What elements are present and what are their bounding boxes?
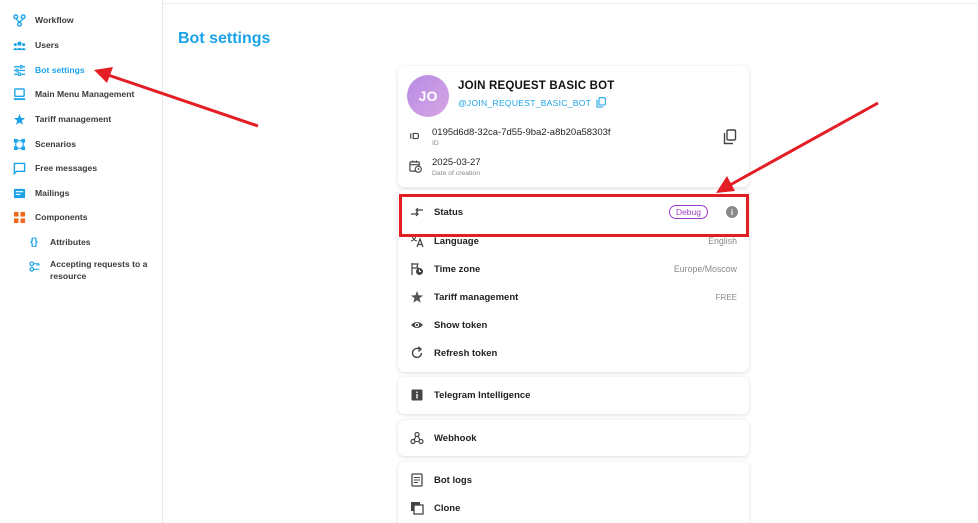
sidebar-item-users[interactable]: Users — [12, 36, 59, 54]
clone-row[interactable]: Clone — [398, 494, 749, 522]
bot-id-value: 0195d6d8-32ca-7d55-9ba2-a8b20a58303f — [432, 127, 611, 138]
telegram-intelligence-row[interactable]: Telegram Intelligence — [398, 381, 749, 409]
sidebar-item-components[interactable]: Components — [12, 208, 88, 226]
sidebar-subitem-label: Attributes — [50, 237, 91, 247]
users-icon — [12, 38, 26, 52]
bot-created-value: 2025-03-27 — [432, 157, 481, 168]
status-highlight-box — [399, 194, 749, 237]
calendar-clock-icon — [408, 159, 422, 173]
timezone-label: Time zone — [434, 263, 481, 275]
bot-handle-text: @JOIN_REQUEST_BASIC_BOT — [458, 97, 592, 108]
sidebar-item-label: Free messages — [35, 163, 98, 173]
sidebar-item-label: Scenarios — [35, 139, 77, 149]
id-icon — [408, 129, 422, 143]
language-label: Language — [434, 235, 479, 247]
timezone-row[interactable]: Time zone Europe/Moscow — [398, 255, 749, 283]
logs-icon — [410, 473, 424, 487]
sidebar-subitem-accepting-requests[interactable]: Accepting requests to a resource — [28, 258, 160, 282]
sidebar-item-label: Mailings — [35, 188, 70, 198]
bot-id-row: 0195d6d8-32ca-7d55-9ba2-a8b20a58303f ID — [408, 127, 611, 147]
bot-logs-label: Bot logs — [434, 474, 472, 486]
bot-profile-card: JO JOIN REQUEST BASIC BOT @JOIN_REQUEST_… — [398, 66, 749, 187]
clone-label: Clone — [434, 502, 461, 514]
sidebar-item-label: Workflow — [35, 15, 74, 25]
bot-id-caption: ID — [432, 140, 439, 147]
sidebar-item-tariff-management[interactable]: Tariff management — [12, 110, 111, 128]
timezone-value: Europe/Moscow — [673, 264, 737, 274]
sidebar-item-label: Components — [35, 212, 88, 222]
refresh-token-row[interactable]: Refresh token — [398, 339, 749, 367]
language-value: English — [708, 236, 737, 246]
tariff-star-icon — [410, 290, 424, 304]
top-divider — [163, 3, 978, 4]
sidebar-item-label: Bot settings — [35, 65, 85, 75]
sidebar-item-mailings[interactable]: Mailings — [12, 184, 69, 202]
bot-logs-row[interactable]: Bot logs — [398, 466, 749, 494]
sidebar-item-scenarios[interactable]: Scenarios — [12, 135, 76, 153]
copy-id-icon[interactable] — [723, 129, 737, 145]
eye-icon — [410, 318, 424, 332]
message-icon — [12, 161, 26, 175]
sidebar-item-free-messages[interactable]: Free messages — [12, 159, 97, 177]
workflow-icon — [12, 13, 26, 27]
sidebar-subitem-attributes[interactable]: {} Attributes — [28, 236, 160, 248]
info-square-icon — [410, 388, 424, 402]
webhook-label: Webhook — [434, 432, 477, 444]
sidebar-item-bot-settings[interactable]: Bot settings — [12, 61, 85, 79]
tariff-value: FREE — [715, 292, 737, 302]
bot-name: JOIN REQUEST BASIC BOT — [458, 80, 615, 92]
sliders-icon — [12, 63, 26, 77]
show-token-row[interactable]: Show token — [398, 311, 749, 339]
bot-logs-card: Bot logs Clone — [398, 462, 749, 523]
sidebar-item-workflow[interactable]: Workflow — [12, 11, 74, 29]
menu-icon — [12, 87, 26, 101]
show-token-label: Show token — [434, 319, 488, 331]
sidebar-item-label: Tariff management — [35, 114, 112, 124]
components-icon — [12, 210, 26, 224]
timezone-icon — [410, 262, 424, 276]
refresh-icon — [410, 346, 424, 360]
webhook-card[interactable]: Webhook — [398, 420, 749, 456]
copy-handle-icon[interactable] — [596, 97, 607, 108]
scenarios-icon — [12, 137, 26, 151]
sidebar-item-label: Users — [35, 40, 59, 50]
webhook-row[interactable]: Webhook — [398, 424, 749, 452]
clone-icon — [410, 501, 424, 515]
mailings-icon — [12, 186, 26, 200]
key-icon — [28, 260, 40, 272]
tariff-icon — [12, 112, 26, 126]
sidebar-item-main-menu-management[interactable]: Main Menu Management — [12, 85, 134, 103]
telegram-intelligence-card[interactable]: Telegram Intelligence — [398, 377, 749, 414]
sidebar-item-label: Main Menu Management — [35, 89, 135, 99]
bot-created-caption: Date of creation — [432, 170, 480, 177]
sidebar-subitem-label: Accepting requests to a resource — [50, 259, 148, 281]
sidebar: Workflow Users Bot settings Main Menu Ma… — [0, 0, 163, 523]
refresh-token-label: Refresh token — [434, 347, 498, 359]
telegram-intelligence-label: Telegram Intelligence — [434, 389, 531, 401]
braces-icon: {} — [30, 236, 38, 248]
page-title: Bot settings — [178, 30, 271, 47]
avatar: JO — [407, 75, 449, 117]
tariff-management-label: Tariff management — [434, 291, 519, 303]
bot-created-row: 2025-03-27 Date of creation — [408, 157, 481, 177]
tariff-management-row[interactable]: Tariff management FREE — [398, 283, 749, 311]
webhook-icon — [410, 431, 424, 445]
bot-handle[interactable]: @JOIN_REQUEST_BASIC_BOT — [458, 97, 607, 108]
